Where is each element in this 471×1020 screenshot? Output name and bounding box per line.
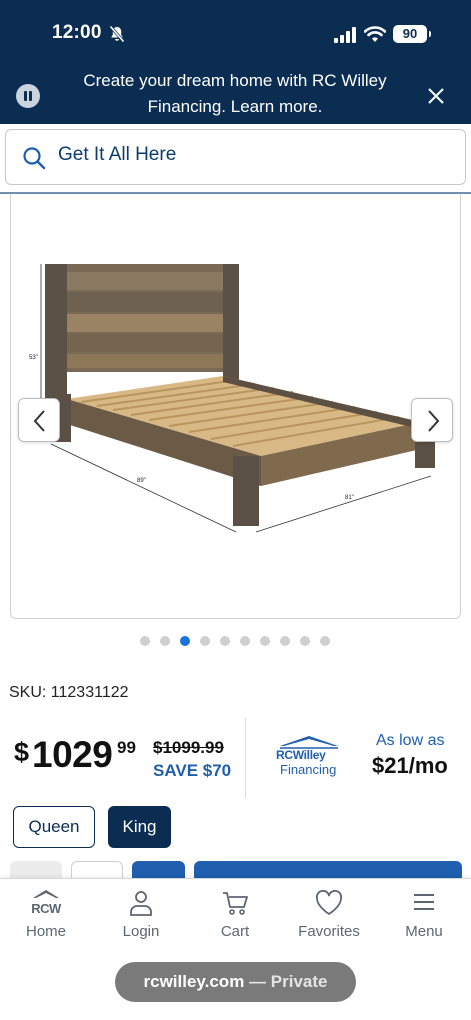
url-private-mode: Private (270, 972, 328, 991)
save-amount: SAVE $70 (153, 761, 232, 780)
battery-icon: 90 (393, 25, 431, 43)
nav-home[interactable]: RCW Home (6, 889, 86, 940)
carousel-dot[interactable] (280, 636, 290, 646)
financing-logo-name: RCWilley (276, 748, 326, 762)
nav-login[interactable]: Login (101, 889, 181, 940)
size-option-queen[interactable]: Queen (13, 806, 95, 848)
search-bar (0, 124, 471, 194)
top-banner-area: 12:00 90 Create your dream home with RC … (0, 0, 471, 124)
user-icon (130, 891, 152, 916)
carousel-dot[interactable] (260, 636, 270, 646)
product-image: 53" 89" 81" (29, 264, 435, 533)
rcw-logo-icon: RCW (29, 889, 63, 917)
url-domain: rcwilley.com (143, 972, 245, 991)
browser-url-pill[interactable]: rcwilley.com — Private (115, 962, 356, 1002)
search-box[interactable] (5, 129, 466, 185)
banner-financing-link[interactable]: Create your dream home with RC Willey Fi… (60, 68, 410, 120)
pause-icon[interactable] (16, 84, 40, 108)
carousel-dot[interactable] (200, 636, 210, 646)
image-next-button[interactable] (411, 398, 453, 442)
chevron-right-icon (428, 410, 440, 432)
bell-slash-icon (109, 25, 125, 43)
financing-logo-sub: Financing (280, 762, 337, 777)
price-symbol: $ (14, 737, 30, 767)
carousel-dot[interactable] (240, 636, 250, 646)
close-icon[interactable] (426, 86, 446, 106)
width-dimension-label: 81" (345, 495, 354, 501)
height-dimension-label: 53" (29, 355, 38, 361)
nav-menu-label: Menu (405, 923, 443, 940)
carousel-dot[interactable] (140, 636, 150, 646)
sku: SKU: 112331122 (9, 684, 129, 702)
nav-favorites[interactable]: Favorites (289, 889, 369, 940)
sku-label: SKU: (9, 684, 47, 701)
search-icon (23, 147, 46, 170)
carousel-dots (140, 636, 330, 646)
sku-value: 112331122 (50, 684, 129, 701)
wifi-icon (364, 26, 386, 42)
price-cents: 99 (117, 738, 136, 757)
divider (245, 718, 246, 798)
search-input[interactable] (58, 144, 438, 166)
carousel-dot[interactable] (160, 636, 170, 646)
price-whole: 1029 (32, 734, 113, 775)
nav-home-label: Home (25, 923, 66, 940)
product-image-frame[interactable]: 53" 89" 81" (10, 194, 461, 619)
rcw-logo-text: RCW (31, 901, 61, 916)
nav-cart-label: Cart (220, 923, 250, 940)
nav-favorites-label: Favorites (298, 923, 360, 940)
hamburger-icon (414, 894, 434, 910)
carousel-dot[interactable] (220, 636, 230, 646)
nav-login-label: Login (122, 923, 160, 940)
carousel-dot[interactable] (320, 636, 330, 646)
carousel-dot[interactable] (300, 636, 310, 646)
battery-level: 90 (402, 26, 418, 41)
url-separator: — (249, 972, 267, 991)
image-prev-button[interactable] (18, 398, 60, 442)
size-option-king[interactable]: King (108, 806, 171, 848)
signal-icon (334, 27, 356, 43)
chevron-left-icon (33, 410, 45, 432)
length-dimension-label: 89" (137, 478, 146, 484)
monthly-payment[interactable]: $21/mo (372, 753, 448, 779)
nav-menu[interactable]: Menu (384, 889, 464, 940)
heart-icon (315, 889, 343, 915)
price-was: $1099.99 (153, 738, 224, 757)
status-time: 12:00 (52, 22, 102, 43)
cart-icon (223, 892, 248, 915)
carousel-dot[interactable] (180, 636, 190, 646)
as-low-as-label: As low as (376, 732, 445, 749)
nav-cart[interactable]: Cart (195, 889, 275, 940)
